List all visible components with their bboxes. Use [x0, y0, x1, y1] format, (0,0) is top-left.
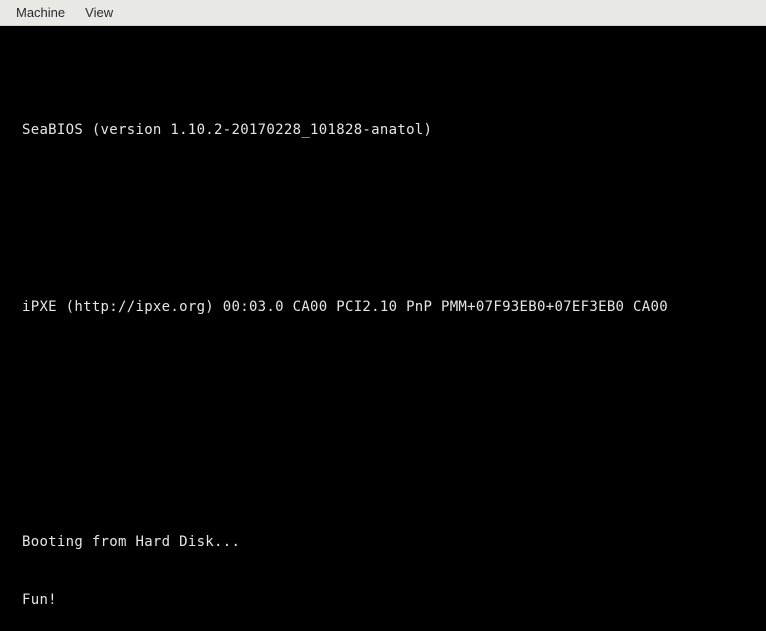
terminal-line: Booting from Hard Disk... — [22, 533, 744, 553]
terminal-line — [22, 474, 744, 494]
terminal-line — [22, 356, 744, 376]
terminal-line — [22, 239, 744, 259]
terminal-line: iPXE (http://ipxe.org) 00:03.0 CA00 PCI2… — [22, 298, 744, 318]
terminal-output: SeaBIOS (version 1.10.2-20170228_101828-… — [0, 26, 766, 528]
menu-view[interactable]: View — [75, 1, 123, 24]
menu-machine[interactable]: Machine — [6, 1, 75, 24]
terminal-line — [22, 180, 744, 200]
terminal-line: SeaBIOS (version 1.10.2-20170228_101828-… — [22, 121, 744, 141]
terminal-line: Fun! — [22, 591, 744, 611]
menubar: Machine View — [0, 0, 766, 26]
terminal-line — [22, 415, 744, 435]
